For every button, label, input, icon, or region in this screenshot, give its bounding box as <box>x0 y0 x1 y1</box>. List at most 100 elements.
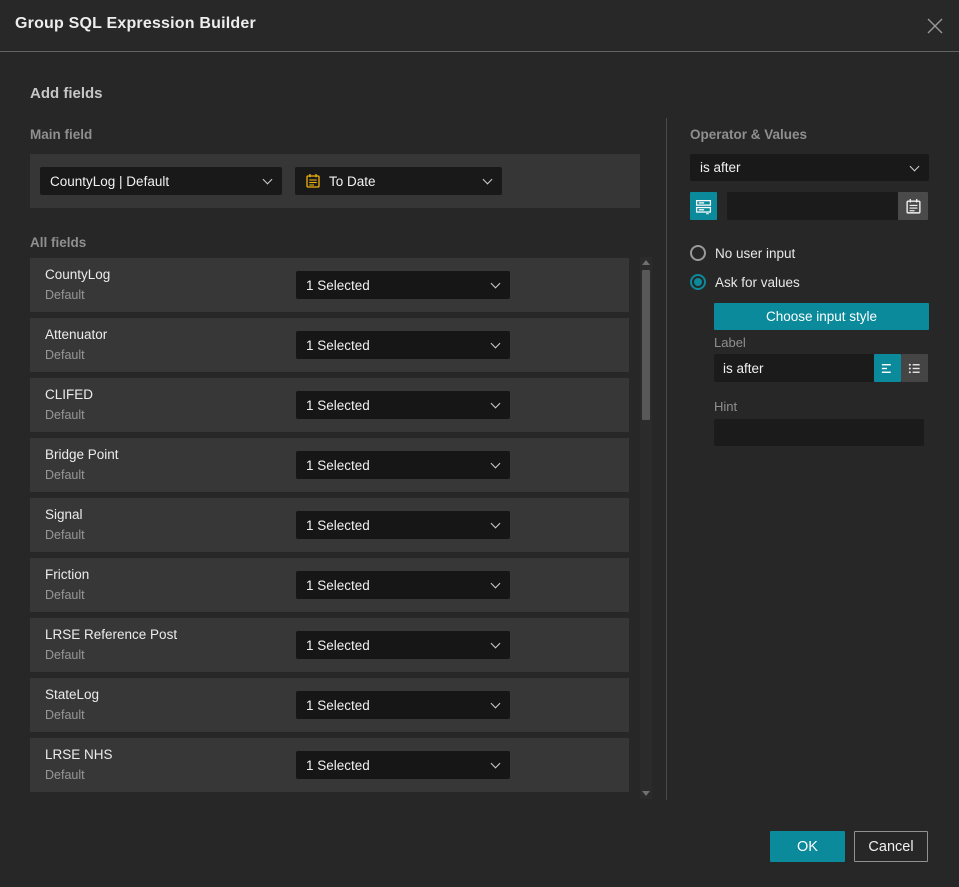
radio-ask-for-values[interactable]: Ask for values <box>690 274 800 290</box>
values-stack-icon <box>695 199 712 214</box>
hint-input[interactable] <box>714 419 924 446</box>
field-subtitle: Default <box>45 288 85 302</box>
field-list: CountyLog Default 1 Selected Attenuator … <box>30 258 629 798</box>
field-name: Signal <box>45 507 83 522</box>
field-subtitle: Default <box>45 768 85 782</box>
field-name: StateLog <box>45 687 100 702</box>
chevron-down-icon <box>490 758 501 769</box>
field-subtitle: Default <box>45 468 85 482</box>
calendar-picker-button[interactable] <box>898 192 928 220</box>
choose-input-style-button[interactable]: Choose input style <box>714 303 929 330</box>
close-button[interactable] <box>924 15 946 37</box>
field-values-select[interactable]: 1 Selected <box>296 751 510 779</box>
dialog-header: Group SQL Expression Builder <box>0 0 959 52</box>
field-row: Attenuator Default 1 Selected <box>30 318 629 372</box>
field-values-select[interactable]: 1 Selected <box>296 451 510 479</box>
field-values-select-value: 1 Selected <box>306 397 370 413</box>
scroll-up-icon[interactable] <box>642 260 650 265</box>
label-input[interactable] <box>714 354 874 382</box>
chevron-down-icon <box>490 278 501 289</box>
field-name: CountyLog <box>45 267 111 282</box>
calendar-icon <box>305 173 321 189</box>
field-subtitle: Default <box>45 588 85 602</box>
chevron-down-icon <box>490 518 501 529</box>
field-name: LRSE Reference Post <box>45 627 178 642</box>
field-values-select[interactable]: 1 Selected <box>296 571 510 599</box>
main-field-panel: CountyLog | Default To Date <box>30 154 640 208</box>
chevron-down-icon <box>490 638 501 649</box>
chevron-down-icon <box>482 174 493 185</box>
chevron-down-icon <box>490 458 501 469</box>
bulleted-list-icon <box>908 363 920 373</box>
field-list-scrollbar[interactable] <box>640 257 652 799</box>
field-values-select[interactable]: 1 Selected <box>296 271 510 299</box>
chevron-down-icon <box>490 698 501 709</box>
field-values-select[interactable]: 1 Selected <box>296 691 510 719</box>
field-values-select-value: 1 Selected <box>306 337 370 353</box>
chevron-down-icon <box>490 338 501 349</box>
main-field-select-value: CountyLog | Default <box>50 173 170 189</box>
field-row: Signal Default 1 Selected <box>30 498 629 552</box>
scrollbar-thumb[interactable] <box>642 270 650 420</box>
radio-icon <box>690 274 706 290</box>
main-field-label: Main field <box>30 127 93 142</box>
radio-no-user-input[interactable]: No user input <box>690 245 795 261</box>
group-sql-expression-builder-dialog: Group SQL Expression Builder Add fields … <box>0 0 959 887</box>
field-row: Bridge Point Default 1 Selected <box>30 438 629 492</box>
field-values-select[interactable]: 1 Selected <box>296 631 510 659</box>
all-fields-label: All fields <box>30 235 87 250</box>
field-name: LRSE NHS <box>45 747 113 762</box>
main-field-select[interactable]: CountyLog | Default <box>40 167 282 195</box>
scroll-down-icon[interactable] <box>642 791 650 796</box>
chevron-down-icon <box>490 578 501 589</box>
field-values-select[interactable]: 1 Selected <box>296 391 510 419</box>
field-row: StateLog Default 1 Selected <box>30 678 629 732</box>
field-subtitle: Default <box>45 528 85 542</box>
chevron-down-icon <box>490 398 501 409</box>
hint-text: Hint <box>714 399 738 414</box>
close-icon <box>927 18 943 34</box>
calendar-icon <box>905 198 921 214</box>
dialog-title: Group SQL Expression Builder <box>15 15 256 32</box>
add-fields-heading: Add fields <box>30 85 103 102</box>
field-values-select-value: 1 Selected <box>306 637 370 653</box>
field-name: Attenuator <box>45 327 108 342</box>
ok-button[interactable]: OK <box>770 831 845 862</box>
field-name: CLIFED <box>45 387 94 402</box>
chevron-down-icon <box>262 174 273 185</box>
chevron-down-icon <box>909 161 920 171</box>
field-subtitle: Default <box>45 708 85 722</box>
date-type-select-value: To Date <box>329 173 376 189</box>
field-values-select-value: 1 Selected <box>306 517 370 533</box>
field-values-select[interactable]: 1 Selected <box>296 331 510 359</box>
radio-label: Ask for values <box>715 274 800 290</box>
field-row: CountyLog Default 1 Selected <box>30 258 629 312</box>
field-values-select-value: 1 Selected <box>306 277 370 293</box>
label-text: Label <box>714 335 746 350</box>
field-row: CLIFED Default 1 Selected <box>30 378 629 432</box>
radio-label: No user input <box>715 245 796 261</box>
align-left-icon <box>881 363 891 373</box>
radio-icon <box>690 245 706 261</box>
field-row: Friction Default 1 Selected <box>30 558 629 612</box>
operator-select[interactable]: is after <box>690 154 929 181</box>
field-name: Friction <box>45 567 90 582</box>
operator-values-heading: Operator & Values <box>690 127 808 142</box>
list-style-button[interactable] <box>901 354 928 382</box>
field-subtitle: Default <box>45 648 85 662</box>
date-value-input[interactable] <box>727 192 898 220</box>
field-values-select-value: 1 Selected <box>306 697 370 713</box>
field-subtitle: Default <box>45 408 85 422</box>
field-row: LRSE NHS Default 1 Selected <box>30 738 629 792</box>
panel-divider <box>666 118 667 800</box>
field-values-select-value: 1 Selected <box>306 457 370 473</box>
field-row: LRSE Reference Post Default 1 Selected <box>30 618 629 672</box>
field-subtitle: Default <box>45 348 85 362</box>
operator-select-value: is after <box>700 160 741 175</box>
field-values-select[interactable]: 1 Selected <box>296 511 510 539</box>
unique-values-button[interactable] <box>690 192 717 220</box>
single-line-style-button[interactable] <box>874 354 901 382</box>
date-type-select[interactable]: To Date <box>295 167 502 195</box>
cancel-button[interactable]: Cancel <box>854 831 928 862</box>
field-values-select-value: 1 Selected <box>306 757 370 773</box>
